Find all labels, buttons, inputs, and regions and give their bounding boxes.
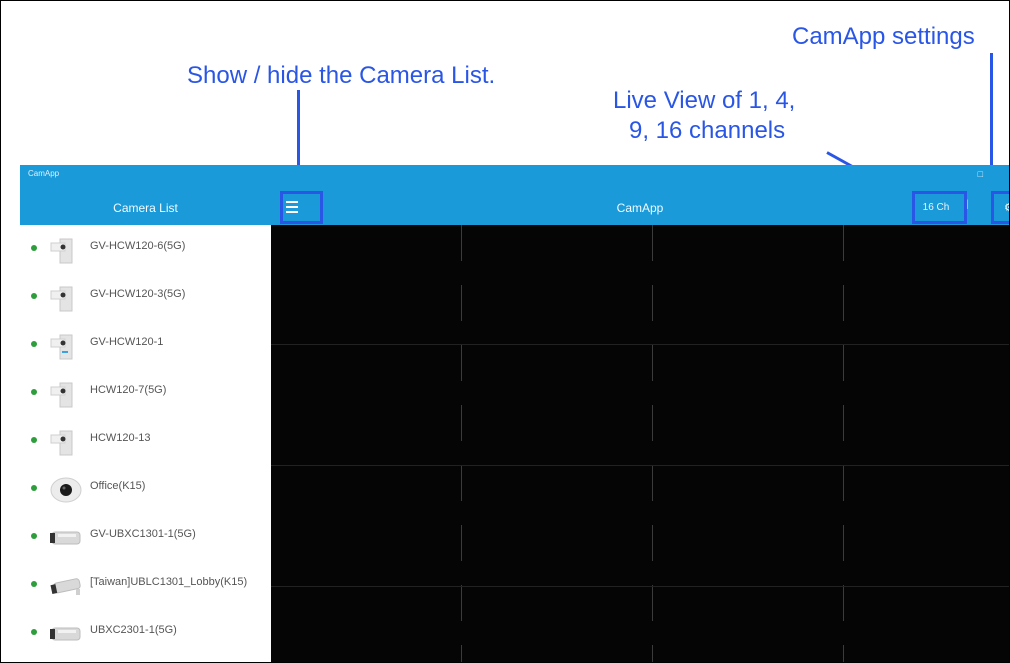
camera-name: GV-HCW120-3(5G) bbox=[90, 288, 186, 300]
camera-list-item[interactable]: GV-HCW120-3(5G) bbox=[20, 273, 271, 321]
annotation-live-view-line2: 9, 16 channels bbox=[629, 117, 786, 144]
camera-list-item[interactable]: UBXC2301-1(5G) bbox=[20, 609, 271, 657]
screenshot-frame: Show / hide the Camera List. Live View o… bbox=[0, 0, 1010, 663]
camera-name: UBXC2301-1(5G) bbox=[90, 624, 177, 636]
camera-name: HCW120-13 bbox=[90, 432, 151, 444]
bullet-camera-icon bbox=[50, 578, 81, 595]
live-view-grid[interactable] bbox=[271, 225, 1009, 662]
annotation-settings: CamApp settings bbox=[792, 23, 975, 50]
bullet-camera-icon bbox=[50, 627, 81, 641]
camera-list-item[interactable]: GV-HCW120-6(5G) bbox=[20, 225, 271, 273]
camera-name: GV-HCW120-6(5G) bbox=[90, 240, 186, 252]
window-title-bar: CamApp □ bbox=[20, 165, 1009, 191]
camera-list: GV-HCW120-6(5G) GV-HCW120-3(5G) GV-HCW12… bbox=[20, 225, 271, 662]
bullet-camera-icon bbox=[50, 531, 81, 545]
dome-camera-icon bbox=[50, 477, 82, 503]
online-status-dot bbox=[31, 293, 37, 299]
camera-list-item[interactable]: GV-UBXC1301-1(5G) bbox=[20, 513, 271, 561]
annotation-box-channel-button bbox=[912, 191, 967, 224]
app-title: CamApp bbox=[616, 201, 664, 215]
grid-divider bbox=[843, 225, 844, 662]
camera-list-item[interactable]: HCW120-13 bbox=[20, 417, 271, 465]
online-status-dot bbox=[31, 341, 37, 347]
window-title: CamApp bbox=[28, 169, 60, 178]
grid-divider bbox=[271, 586, 1009, 587]
online-status-dot bbox=[31, 629, 37, 635]
online-status-dot bbox=[31, 533, 37, 539]
annotation-box-settings bbox=[991, 191, 1009, 224]
box-camera-icon bbox=[50, 238, 73, 264]
online-status-dot bbox=[31, 437, 37, 443]
camapp-window: CamApp □ Camera List CamApp 16 Ch | ⚙ GV… bbox=[20, 165, 1009, 662]
app-header: Camera List CamApp 16 Ch | ⚙ bbox=[20, 191, 1009, 225]
online-status-dot bbox=[31, 389, 37, 395]
online-status-dot bbox=[31, 485, 37, 491]
camera-list-item[interactable]: HCW120-7(5G) bbox=[20, 369, 271, 417]
grid-divider bbox=[652, 225, 653, 662]
camera-list-item[interactable]: GV-HCW120-1 bbox=[20, 321, 271, 369]
grid-divider bbox=[461, 225, 462, 662]
box-camera-icon bbox=[50, 430, 73, 456]
box-camera-icon bbox=[50, 382, 73, 408]
box-camera-icon bbox=[50, 286, 73, 312]
camera-name: [Taiwan]UBLC1301_Lobby(K15) bbox=[90, 576, 248, 588]
grid-divider bbox=[271, 465, 1009, 466]
online-status-dot bbox=[31, 581, 37, 587]
grid-divider bbox=[271, 344, 1009, 345]
annotation-live-view-line1: Live View of 1, 4, bbox=[613, 87, 796, 114]
annotation-camera-list-toggle: Show / hide the Camera List. bbox=[187, 62, 496, 89]
camera-list-title: Camera List bbox=[113, 201, 178, 215]
camera-name: Office(K15) bbox=[90, 480, 146, 492]
annotation-box-hamburger bbox=[280, 191, 323, 224]
box-camera-icon bbox=[50, 334, 73, 360]
camera-list-item[interactable]: [Taiwan]UBLC1301_Lobby(K15) bbox=[20, 561, 271, 609]
window-control-icon[interactable]: □ bbox=[978, 169, 983, 179]
camera-name: GV-UBXC1301-1(5G) bbox=[90, 528, 196, 540]
camera-name: GV-HCW120-1 bbox=[90, 336, 164, 348]
camera-list-item[interactable]: Office(K15) bbox=[20, 465, 271, 513]
online-status-dot bbox=[31, 245, 37, 251]
camera-name: HCW120-7(5G) bbox=[90, 384, 167, 396]
